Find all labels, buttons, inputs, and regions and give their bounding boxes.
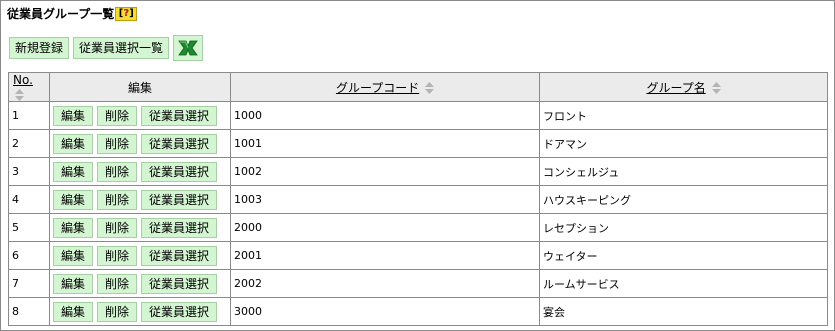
row-group-code: 1003 xyxy=(230,185,540,214)
row-no: 3 xyxy=(8,157,50,186)
header-edit-label: 編集 xyxy=(127,80,152,95)
row-group-code: 2002 xyxy=(230,269,540,298)
row-group-code: 2001 xyxy=(230,241,540,270)
header-group-code[interactable]: グループコード xyxy=(230,72,540,102)
row-actions: 編集 削除 従業員選択 xyxy=(49,297,231,326)
row-actions: 編集 削除 従業員選択 xyxy=(49,241,231,270)
row-group-name: ルームサービス xyxy=(539,269,828,298)
sort-icon[interactable] xyxy=(711,82,721,94)
row-group-code: 1001 xyxy=(230,129,540,158)
row-group-code: 1002 xyxy=(230,157,540,186)
edit-button[interactable]: 編集 xyxy=(53,105,94,126)
row-actions: 編集 削除 従業員選択 xyxy=(49,129,231,158)
edit-button[interactable]: 編集 xyxy=(53,161,94,182)
edit-button[interactable]: 編集 xyxy=(53,217,94,238)
edit-button[interactable]: 編集 xyxy=(53,133,94,154)
table-row: 6 編集 削除 従業員選択 2001 ウェイター xyxy=(8,241,828,270)
row-group-name: 宴会 xyxy=(539,297,828,326)
row-group-code: 3000 xyxy=(230,297,540,326)
employee-select-button[interactable]: 従業員選択 xyxy=(141,133,218,154)
row-no: 1 xyxy=(8,101,50,130)
delete-button[interactable]: 削除 xyxy=(97,189,138,210)
new-register-button[interactable]: 新規登録 xyxy=(9,37,70,59)
employee-select-button[interactable]: 従業員選択 xyxy=(141,301,218,322)
delete-button[interactable]: 削除 xyxy=(97,133,138,154)
table-row: 7 編集 削除 従業員選択 2002 ルームサービス xyxy=(8,269,828,298)
table-row: 1 編集 削除 従業員選択 1000 フロント xyxy=(8,101,828,130)
row-actions: 編集 削除 従業員選択 xyxy=(49,213,231,242)
row-group-name: ハウスキーピング xyxy=(539,185,828,214)
header-group-code-label[interactable]: グループコード xyxy=(336,81,419,95)
header-no[interactable]: No. xyxy=(8,72,50,102)
row-no: 5 xyxy=(8,213,50,242)
header-group-name-label[interactable]: グループ名 xyxy=(646,81,705,95)
help-button[interactable]: [?] xyxy=(115,6,138,21)
excel-export-button[interactable] xyxy=(173,35,204,61)
row-no: 4 xyxy=(8,185,50,214)
row-actions: 編集 削除 従業員選択 xyxy=(49,157,231,186)
header-no-label[interactable]: No. xyxy=(13,73,33,87)
row-group-name: コンシェルジュ xyxy=(539,157,828,186)
toolbar: 新規登録 従業員選択一覧 xyxy=(9,35,204,61)
row-group-name: レセプション xyxy=(539,213,828,242)
excel-icon xyxy=(178,40,198,56)
page-title-area: 従業員グループ一覧 [?] xyxy=(7,5,138,22)
header-group-name[interactable]: グループ名 xyxy=(539,72,828,102)
employee-select-button[interactable]: 従業員選択 xyxy=(141,245,218,266)
help-icon: ? xyxy=(123,7,130,19)
delete-button[interactable]: 削除 xyxy=(97,105,138,126)
row-group-name: ウェイター xyxy=(539,241,828,270)
employee-select-button[interactable]: 従業員選択 xyxy=(141,217,218,238)
delete-button[interactable]: 削除 xyxy=(97,273,138,294)
row-actions: 編集 削除 従業員選択 xyxy=(49,101,231,130)
row-actions: 編集 削除 従業員選択 xyxy=(49,269,231,298)
table-row: 4 編集 削除 従業員選択 1003 ハウスキーピング xyxy=(8,185,828,214)
row-group-name: フロント xyxy=(539,101,828,130)
edit-button[interactable]: 編集 xyxy=(53,273,94,294)
window-frame: 従業員グループ一覧 [?] 新規登録 従業員選択一覧 No. 編集 グループコー… xyxy=(0,0,835,331)
row-group-name: ドアマン xyxy=(539,129,828,158)
delete-button[interactable]: 削除 xyxy=(97,245,138,266)
employee-select-button[interactable]: 従業員選択 xyxy=(141,273,218,294)
page-title: 従業員グループ一覧 xyxy=(7,7,115,21)
header-edit: 編集 xyxy=(49,72,231,102)
row-group-code: 2000 xyxy=(230,213,540,242)
row-no: 8 xyxy=(8,297,50,326)
table-row: 5 編集 削除 従業員選択 2000 レセプション xyxy=(8,213,828,242)
sort-icon[interactable] xyxy=(425,82,435,94)
delete-button[interactable]: 削除 xyxy=(97,301,138,322)
edit-button[interactable]: 編集 xyxy=(53,189,94,210)
row-no: 2 xyxy=(8,129,50,158)
delete-button[interactable]: 削除 xyxy=(97,161,138,182)
employee-select-button[interactable]: 従業員選択 xyxy=(141,161,218,182)
edit-button[interactable]: 編集 xyxy=(53,301,94,322)
delete-button[interactable]: 削除 xyxy=(97,217,138,238)
row-actions: 編集 削除 従業員選択 xyxy=(49,185,231,214)
row-no: 7 xyxy=(8,269,50,298)
row-group-code: 1000 xyxy=(230,101,540,130)
employee-select-list-button[interactable]: 従業員選択一覧 xyxy=(73,37,170,59)
row-no: 6 xyxy=(8,241,50,270)
table-row: 3 編集 削除 従業員選択 1002 コンシェルジュ xyxy=(8,157,828,186)
sort-icon[interactable] xyxy=(15,88,24,101)
table-row: 8 編集 削除 従業員選択 3000 宴会 xyxy=(8,297,828,326)
table-header-row: No. 編集 グループコード グループ名 xyxy=(8,72,828,102)
table-row: 2 編集 削除 従業員選択 1001 ドアマン xyxy=(8,129,828,158)
employee-group-table: No. 編集 グループコード グループ名 1 編集 削除 従業員選択 1000 … xyxy=(8,72,828,326)
employee-select-button[interactable]: 従業員選択 xyxy=(141,189,218,210)
employee-select-button[interactable]: 従業員選択 xyxy=(141,105,218,126)
edit-button[interactable]: 編集 xyxy=(53,245,94,266)
